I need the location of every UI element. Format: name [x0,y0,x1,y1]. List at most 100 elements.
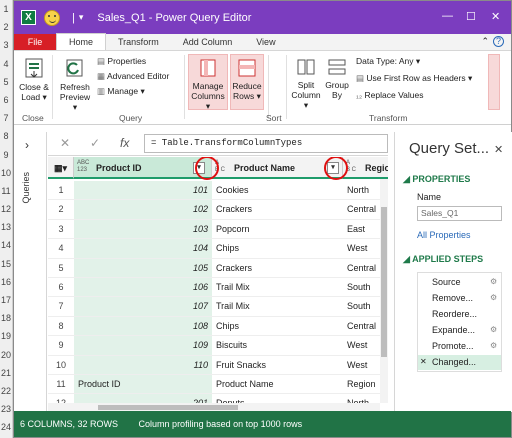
cell-product-id[interactable]: Product ID [74,375,212,395]
cell-product-id[interactable]: 103 [74,219,212,240]
cell-product-name[interactable]: Product Name [212,375,343,395]
excel-row-number: 19 [0,331,11,342]
delete-step-icon[interactable]: ✕ [420,357,427,366]
cell-product-id[interactable]: 105 [74,258,212,278]
cell-product-id[interactable]: 102 [74,200,212,220]
row-index[interactable]: 6 [48,278,74,298]
reduce-rows-button[interactable]: Reduce Rows ▾ [230,54,264,110]
fx-icon[interactable]: fx [120,136,129,150]
cell-product-name[interactable]: Trail Mix [212,278,343,298]
excel-row-number: 17 [0,295,11,305]
collapse-ribbon-icon[interactable]: ⌃ [481,36,489,47]
cell-product-id[interactable]: 101 [74,181,212,201]
cell-product-name[interactable]: Chips [212,317,343,337]
profiling-status[interactable]: Column profiling based on top 1000 rows [139,419,303,429]
cell-product-id[interactable]: 109 [74,336,212,356]
manage-button[interactable]: ▥ Manage ▾ [97,86,145,96]
column-name: Product ID [96,163,142,173]
table-menu-icon[interactable]: ▦▾ [48,157,74,179]
applied-step[interactable]: Reordere... [432,309,477,319]
cell-product-name[interactable]: Cookies [212,181,343,201]
excel-row-number: 9 [3,149,9,160]
queries-pane[interactable]: › Queries [14,132,47,412]
close-window-button[interactable]: ✕ [491,10,500,23]
formula-bar: ✕ ✓ fx = Table.TransformColumnTypes [48,132,388,156]
feedback-smiley-icon[interactable] [44,9,60,26]
tab-add-column[interactable]: Add Column [171,34,245,50]
row-index[interactable]: 9 [48,336,74,356]
data-type-label: Data Type: Any ▾ [356,56,421,66]
maximize-button[interactable]: ☐ [466,10,476,23]
close-load-button[interactable]: Close & Load ▾ [18,57,50,102]
row-index[interactable]: 3 [48,220,74,240]
excel-row-number: 16 [0,276,11,287]
replace-values-button[interactable]: ₁₂ Replace Values [356,90,423,100]
advanced-editor-button[interactable]: ▦ Advanced Editor [97,71,169,81]
applied-step[interactable]: Changed... [432,357,476,367]
cell-product-name[interactable]: Fruit Snacks [212,356,343,375]
manage-columns-button[interactable]: Manage Columns ▾ [188,54,228,111]
row-index[interactable]: 10 [48,356,74,375]
group-label-sort: Sort [266,113,282,123]
cell-product-name[interactable]: Trail Mix [212,297,343,317]
tab-home[interactable]: Home [56,33,107,50]
refresh-preview-button[interactable]: Refresh Preview ▾ [57,57,93,112]
cell-product-id[interactable]: 110 [74,355,212,375]
type-any-icon[interactable]: ABC 123 [77,160,89,174]
row-index[interactable]: 2 [48,200,74,220]
group-by-button[interactable]: Group By [324,57,350,100]
properties-button[interactable]: ▤ Properties [97,56,146,66]
first-row-icon: ▤ [356,73,367,83]
all-properties-link[interactable]: All Properties [417,230,471,240]
cell-product-name[interactable]: Popcorn [212,220,343,240]
cell-product-id[interactable]: 106 [74,278,212,298]
split-column-button[interactable]: Split Column ▾ [290,57,322,110]
formula-input[interactable]: = Table.TransformColumnTypes [144,134,388,153]
expand-queries-icon[interactable]: › [25,138,29,152]
cell-product-name[interactable]: Crackers [212,259,343,278]
qat-dropdown-icon[interactable]: ▾ [79,12,84,23]
applied-step[interactable]: Remove... [432,293,473,303]
applied-step[interactable]: Promote... [432,341,474,351]
cell-product-id[interactable]: 104 [74,239,212,259]
close-settings-icon[interactable]: ✕ [494,143,503,156]
scroll-thumb[interactable] [381,207,387,357]
reduce-rows-icon [238,59,256,77]
minimize-button[interactable]: — [442,10,453,22]
row-index[interactable]: 5 [48,259,74,278]
row-index[interactable]: 11 [48,375,74,395]
vertical-scrollbar[interactable] [380,179,388,403]
row-index[interactable]: 7 [48,297,74,317]
column-header-product-id[interactable]: ABC 123 Product ID ▾ [74,157,212,179]
data-type-dropdown[interactable]: Data Type: Any ▾ [356,56,420,66]
combine-button-partial[interactable] [488,54,500,110]
row-index[interactable]: 1 [48,181,74,201]
help-icon[interactable]: ? [493,36,504,47]
cell-product-id[interactable]: 108 [74,316,212,337]
commit-formula-icon[interactable]: ✓ [90,136,100,150]
row-index[interactable]: 4 [48,239,74,259]
cancel-formula-icon[interactable]: ✕ [60,136,70,150]
cell-product-name[interactable]: Crackers [212,200,343,220]
cell-product-name[interactable]: Biscuits [212,336,343,356]
excel-row-number: 4 [3,58,9,69]
query-name-input[interactable]: Sales_Q1 [417,206,502,221]
applied-step[interactable]: Source [432,277,461,287]
excel-row-number: 13 [0,222,11,233]
step-gear-icon[interactable]: ⚙ [490,277,497,286]
tab-transform[interactable]: Transform [106,34,171,50]
column-header-region[interactable]: A B C Region [343,157,388,179]
cell-product-id[interactable]: 107 [74,297,212,317]
step-gear-icon[interactable]: ⚙ [490,341,497,350]
tab-file[interactable]: File [14,34,56,50]
scroll-thumb[interactable] [98,405,238,410]
use-first-row-headers-button[interactable]: ▤ Use First Row as Headers ▾ [356,73,472,83]
first-row-label: Use First Row as Headers ▾ [366,73,473,83]
tab-view[interactable]: View [244,34,287,50]
applied-step[interactable]: Expande... [432,325,475,335]
row-index[interactable]: 8 [48,317,74,337]
replace-values-icon: ₁₂ [356,90,365,100]
step-gear-icon[interactable]: ⚙ [490,325,497,334]
cell-product-name[interactable]: Chips [212,239,343,259]
step-gear-icon[interactable]: ⚙ [490,293,497,302]
